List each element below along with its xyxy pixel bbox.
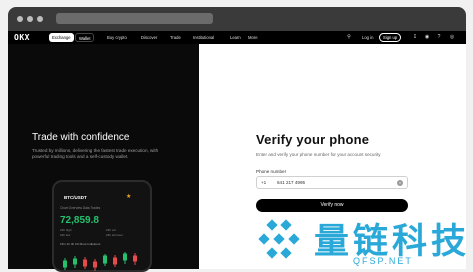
menu-buy-crypto[interactable]: Buy crypto	[107, 33, 127, 42]
promo-subtitle: Trusted by millions, delivering the fast…	[32, 148, 159, 159]
login-link[interactable]: Log in	[362, 33, 373, 42]
search-icon[interactable]: ⚲	[346, 34, 352, 40]
browser-titlebar	[8, 7, 466, 31]
address-bar[interactable]	[56, 13, 213, 24]
timeframe-row: 15m 1h 4h 1D More Indicators	[60, 242, 101, 246]
tab-exchange[interactable]: Exchange	[49, 33, 74, 42]
promo-title: Trade with confidence	[32, 132, 130, 143]
phone-stat: 24h turnover	[106, 233, 123, 237]
globe-icon[interactable]: ◎	[449, 34, 455, 40]
trading-pair: BTC/USDT	[64, 195, 87, 200]
download-icon[interactable]: ↧	[412, 34, 418, 40]
menu-more[interactable]: More	[248, 33, 258, 42]
window-dot-icon[interactable]	[27, 16, 33, 22]
phone-tabs: Chart Overview Data Trades	[60, 206, 101, 210]
phone-number-label: Phone number	[256, 169, 287, 174]
watermark-url: QFSP.NET	[353, 256, 413, 266]
price-display: 72,859.8	[60, 215, 99, 226]
menu-institutional[interactable]: Institutional	[193, 33, 214, 42]
phone-number-field[interactable]: +1 641 217 4995 ×	[256, 176, 408, 189]
top-navigation: OKX Exchange Wallet Buy crypto Discover …	[8, 31, 466, 44]
watermark-logo-icon	[258, 219, 300, 259]
window-dot-icon[interactable]	[37, 16, 43, 22]
page-description: Enter and verify your phone number for y…	[256, 152, 381, 157]
country-code-select[interactable]: +1	[261, 180, 266, 185]
okx-logo[interactable]: OKX	[14, 33, 30, 42]
menu-discover[interactable]: Discover	[141, 33, 157, 42]
help-icon[interactable]: ?	[436, 34, 442, 40]
phone-stat: 24h low	[60, 233, 71, 237]
tab-wallet[interactable]: Wallet	[75, 33, 95, 42]
clear-icon[interactable]: ×	[397, 180, 403, 186]
phone-mockup: BTC/USDT ★ Chart Overview Data Trades 72…	[52, 180, 152, 272]
star-icon: ★	[126, 194, 132, 200]
phone-stat: 24h high	[60, 228, 72, 232]
phone-number-value[interactable]: 641 217 4995	[277, 180, 305, 185]
menu-learn[interactable]: Learn	[230, 33, 241, 42]
screenshot-frame: OKX Exchange Wallet Buy crypto Discover …	[0, 0, 473, 272]
window-dot-icon[interactable]	[17, 16, 23, 22]
menu-trade[interactable]: Trade	[170, 33, 181, 42]
verify-now-button[interactable]: Verify now	[256, 199, 408, 212]
signup-button[interactable]: Sign up	[379, 33, 402, 42]
bell-icon[interactable]: ◉	[424, 34, 430, 40]
watermark: 量链科技 QFSP.NET	[258, 213, 470, 269]
page-title: Verify your phone	[256, 132, 370, 147]
phone-stat: 24h vol	[106, 228, 116, 232]
